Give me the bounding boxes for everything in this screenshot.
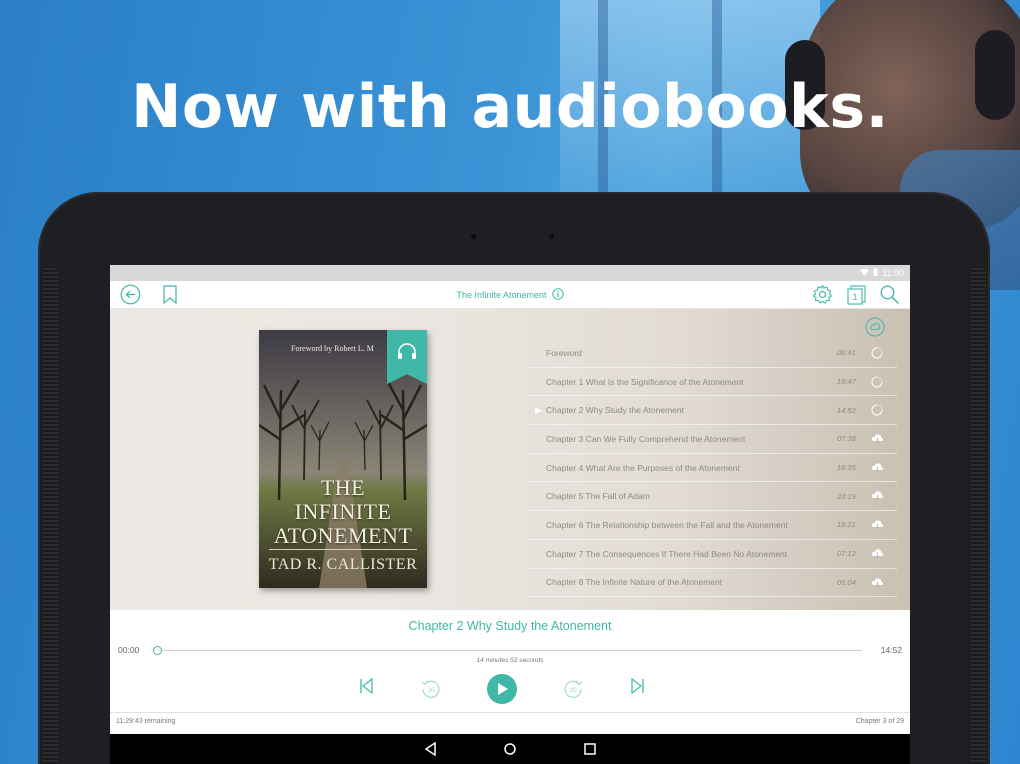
- cloud-download-icon[interactable]: [871, 548, 884, 561]
- book-remaining-time: 11:29:43 remaining: [116, 718, 176, 725]
- chapter-row[interactable]: Chapter 3 Can We Fully Comprehend the At…: [529, 425, 897, 454]
- speaker-grille-left: [42, 266, 58, 764]
- chapter-duration: 05:04: [837, 577, 856, 587]
- cover-author: TAD R. CALLISTER: [268, 556, 418, 573]
- chapter-row[interactable]: Chapter 1 What Is the Significance of th…: [529, 368, 897, 397]
- chapter-title: Chapter 7 The Consequences If There Had …: [546, 548, 788, 559]
- nav-home-button[interactable]: [503, 742, 517, 756]
- now-playing-indicator-icon: ▶: [535, 404, 542, 415]
- nav-back-icon: [424, 742, 436, 756]
- chapter-row[interactable]: Chapter 5 The Fall of Adam 23:19: [529, 482, 897, 512]
- previous-chapter-button[interactable]: [358, 678, 374, 694]
- camera-dot: [549, 234, 554, 239]
- chapter-title: Foreword: [546, 347, 582, 358]
- battery-icon: [873, 268, 878, 278]
- chapter-row[interactable]: Foreword 06:41: [529, 339, 897, 368]
- forward-30-button[interactable]: 30: [562, 678, 584, 700]
- chapter-duration: 14:52: [837, 405, 856, 415]
- cloud-download-icon[interactable]: [871, 577, 884, 590]
- chapter-list: Foreword 06:41 Chapter 1 What Is the Signi…: [529, 339, 897, 598]
- chapter-duration: 19:47: [837, 377, 856, 387]
- chapter-pages-icon[interactable]: 1: [846, 284, 867, 305]
- chapter-title: Chapter 6 The Relationship between the F…: [546, 519, 788, 530]
- audiobook-content-area: Foreword by Robert L. M THE INFINITE ATO…: [110, 309, 910, 610]
- headphones-icon: [397, 342, 417, 365]
- downloaded-status-icon[interactable]: [871, 404, 883, 418]
- now-playing-title: Chapter 2 Why Study the Atonement: [408, 619, 612, 633]
- search-icon[interactable]: [879, 284, 900, 305]
- chapter-title: Chapter 2 Why Study the Atonement: [546, 405, 684, 416]
- nav-recents-icon: [584, 743, 596, 755]
- chapter-duration: 07:38: [837, 434, 856, 444]
- speaker-grille-right: [970, 266, 986, 764]
- forward-seconds: 30: [569, 687, 577, 694]
- cover-title-line: INFINITE: [294, 499, 392, 524]
- cover-foreword-text: Foreword by Robert L. M: [291, 344, 374, 353]
- bookmark-icon[interactable]: [163, 285, 177, 304]
- cover-divider: [269, 549, 417, 550]
- player-footer: 11:29:43 remaining Chapter 3 of 29: [110, 712, 910, 734]
- cloud-download-icon[interactable]: [871, 433, 884, 446]
- book-title-area[interactable]: The Infinite Atonement: [110, 281, 910, 309]
- audio-player: Chapter 2 Why Study the Atonement 00:00 …: [110, 610, 910, 734]
- chapter-duration: 16:35: [837, 463, 856, 473]
- cover-title-line: ATONEMENT: [273, 523, 413, 548]
- chapter-title: Chapter 3 Can We Fully Comprehend the At…: [546, 433, 746, 444]
- skip-next-icon: [631, 678, 644, 694]
- chapter-title: Chapter 1 What Is the Significance of th…: [546, 376, 744, 387]
- chapter-row[interactable]: Chapter 8 The Infinite Nature of the Ato…: [529, 569, 897, 598]
- promo-headline: Now with audiobooks.: [131, 72, 889, 142]
- chapter-title: Chapter 5 The Fall of Adam: [546, 491, 650, 502]
- sensor-dot: [471, 234, 476, 239]
- rewind-icon: 30: [421, 680, 440, 698]
- progress-knob[interactable]: [152, 646, 162, 655]
- time-remaining-text: 14 minutes 52 seconds: [476, 657, 544, 664]
- status-time: 11:00: [882, 268, 904, 278]
- cover-title-line: THE: [320, 475, 366, 500]
- nav-recents-button[interactable]: [583, 742, 597, 756]
- chapter-duration: 07:12: [837, 549, 856, 559]
- cloud-download-all-icon[interactable]: [865, 317, 885, 337]
- chapter-title: Chapter 4 What Are the Purposes of the A…: [546, 462, 740, 473]
- status-bar: 11:00: [110, 265, 910, 281]
- downloaded-status-icon[interactable]: [871, 347, 883, 361]
- book-title[interactable]: The Infinite Atonement: [456, 290, 546, 300]
- book-cover[interactable]: Foreword by Robert L. M THE INFINITE ATO…: [259, 330, 427, 588]
- cloud-download-icon[interactable]: [871, 462, 884, 475]
- page-badge-number: 1: [852, 292, 857, 302]
- play-button[interactable]: [487, 674, 517, 704]
- rewind-seconds: 30: [427, 687, 435, 694]
- downloaded-status-icon[interactable]: [871, 376, 883, 390]
- chapter-row[interactable]: ▶ Chapter 2 Why Study the Atonement 14:52: [529, 396, 897, 426]
- app-bar: The Infinite Atonement 1: [110, 281, 910, 309]
- chapter-row[interactable]: Chapter 6 The Relationship between the F…: [529, 511, 897, 540]
- chapter-row[interactable]: Chapter 4 What Are the Purposes of the A…: [529, 454, 897, 483]
- cloud-download-icon[interactable]: [871, 490, 884, 503]
- next-chapter-button[interactable]: [630, 678, 646, 694]
- tablet-screen: 11:00 The Infinite Atonement 1 Foreword …: [110, 265, 910, 764]
- chapter-title: Chapter 8 The Infinite Nature of the Ato…: [546, 577, 723, 588]
- chapter-position: Chapter 3 of 29: [855, 718, 904, 725]
- wifi-icon: [860, 268, 870, 278]
- back-icon[interactable]: [120, 284, 141, 305]
- nav-back-button[interactable]: [424, 742, 438, 756]
- play-icon: [498, 683, 508, 695]
- chapter-duration: 23:19: [837, 491, 856, 501]
- nav-home-icon: [504, 743, 516, 755]
- progress-track[interactable]: [157, 650, 862, 651]
- rewind-30-button[interactable]: 30: [420, 678, 442, 700]
- info-icon[interactable]: [551, 288, 564, 302]
- android-nav-bar: [110, 734, 910, 764]
- settings-icon[interactable]: [812, 284, 833, 305]
- chapter-duration: 18:21: [837, 520, 856, 530]
- total-time: 14:52: [880, 645, 902, 655]
- cloud-download-icon[interactable]: [871, 519, 884, 532]
- chapter-duration: 06:41: [837, 348, 856, 358]
- fast-forward-icon: 30: [564, 680, 583, 698]
- chapter-row[interactable]: Chapter 7 The Consequences If There Had …: [529, 540, 897, 569]
- skip-previous-icon: [360, 678, 373, 694]
- elapsed-time: 00:00: [118, 645, 140, 655]
- cover-title: THE INFINITE ATONEMENT: [259, 476, 427, 548]
